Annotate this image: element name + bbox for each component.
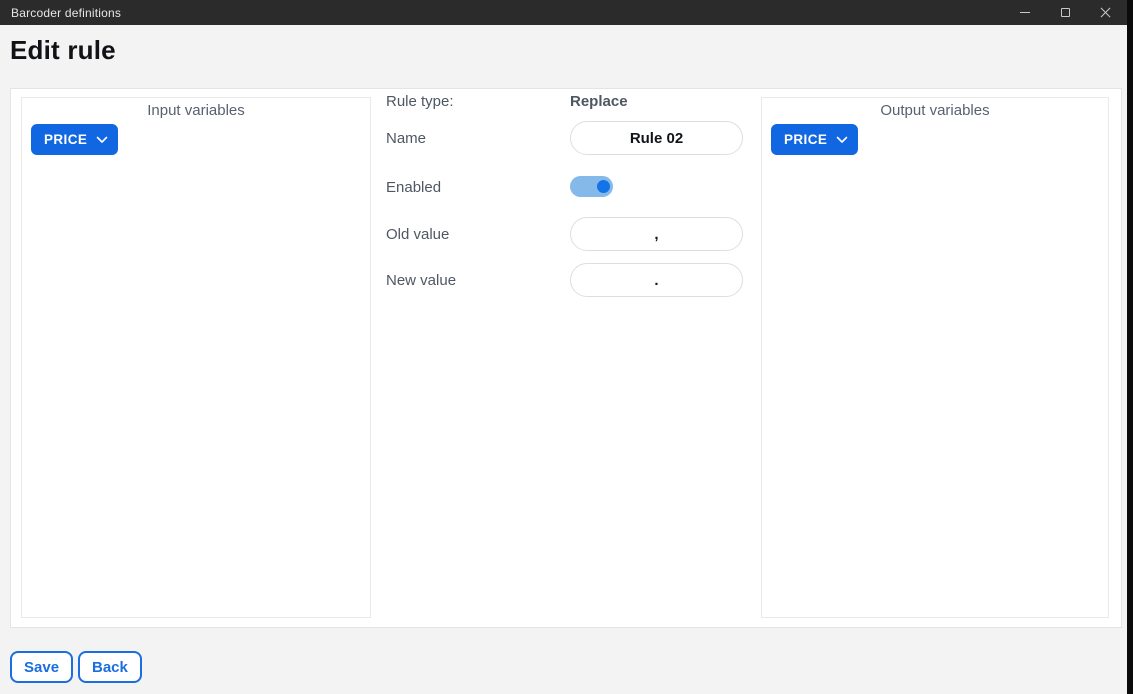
output-variable-price-dropdown[interactable]: PRICE <box>771 124 858 155</box>
input-variable-price-label: PRICE <box>44 132 87 147</box>
enabled-label: Enabled <box>386 179 441 196</box>
output-variable-price-label: PRICE <box>784 132 827 147</box>
chevron-down-icon <box>836 136 848 144</box>
input-variables-panel: Input variables PRICE <box>21 97 371 618</box>
name-input[interactable] <box>570 121 743 155</box>
chevron-down-icon <box>96 136 108 144</box>
minimize-icon <box>1020 12 1030 13</box>
close-icon <box>1100 7 1111 18</box>
window-title: Barcoder definitions <box>11 6 121 20</box>
maximize-button[interactable] <box>1045 0 1085 25</box>
output-variables-title: Output variables <box>762 102 1108 119</box>
rule-type-label: Rule type: <box>386 93 454 110</box>
enabled-toggle[interactable] <box>570 176 613 197</box>
page-title: Edit rule <box>10 35 116 66</box>
maximize-icon <box>1061 8 1070 17</box>
name-label: Name <box>386 130 426 147</box>
window-controls <box>1005 0 1125 25</box>
back-button[interactable]: Back <box>78 651 142 683</box>
old-value-label: Old value <box>386 226 449 243</box>
input-variable-price-dropdown[interactable]: PRICE <box>31 124 118 155</box>
output-variables-panel: Output variables PRICE <box>761 97 1109 618</box>
rule-type-value: Replace <box>570 93 628 110</box>
new-value-label: New value <box>386 272 456 289</box>
old-value-input[interactable] <box>570 217 743 251</box>
save-button[interactable]: Save <box>10 651 73 683</box>
close-button[interactable] <box>1085 0 1125 25</box>
screen-edge-strip <box>1127 0 1133 694</box>
new-value-input[interactable] <box>570 263 743 297</box>
toggle-knob <box>597 180 610 193</box>
titlebar: Barcoder definitions <box>0 0 1133 25</box>
input-variables-title: Input variables <box>22 102 370 119</box>
edit-rule-card: Input variables PRICE Output variables P… <box>10 88 1122 628</box>
minimize-button[interactable] <box>1005 0 1045 25</box>
